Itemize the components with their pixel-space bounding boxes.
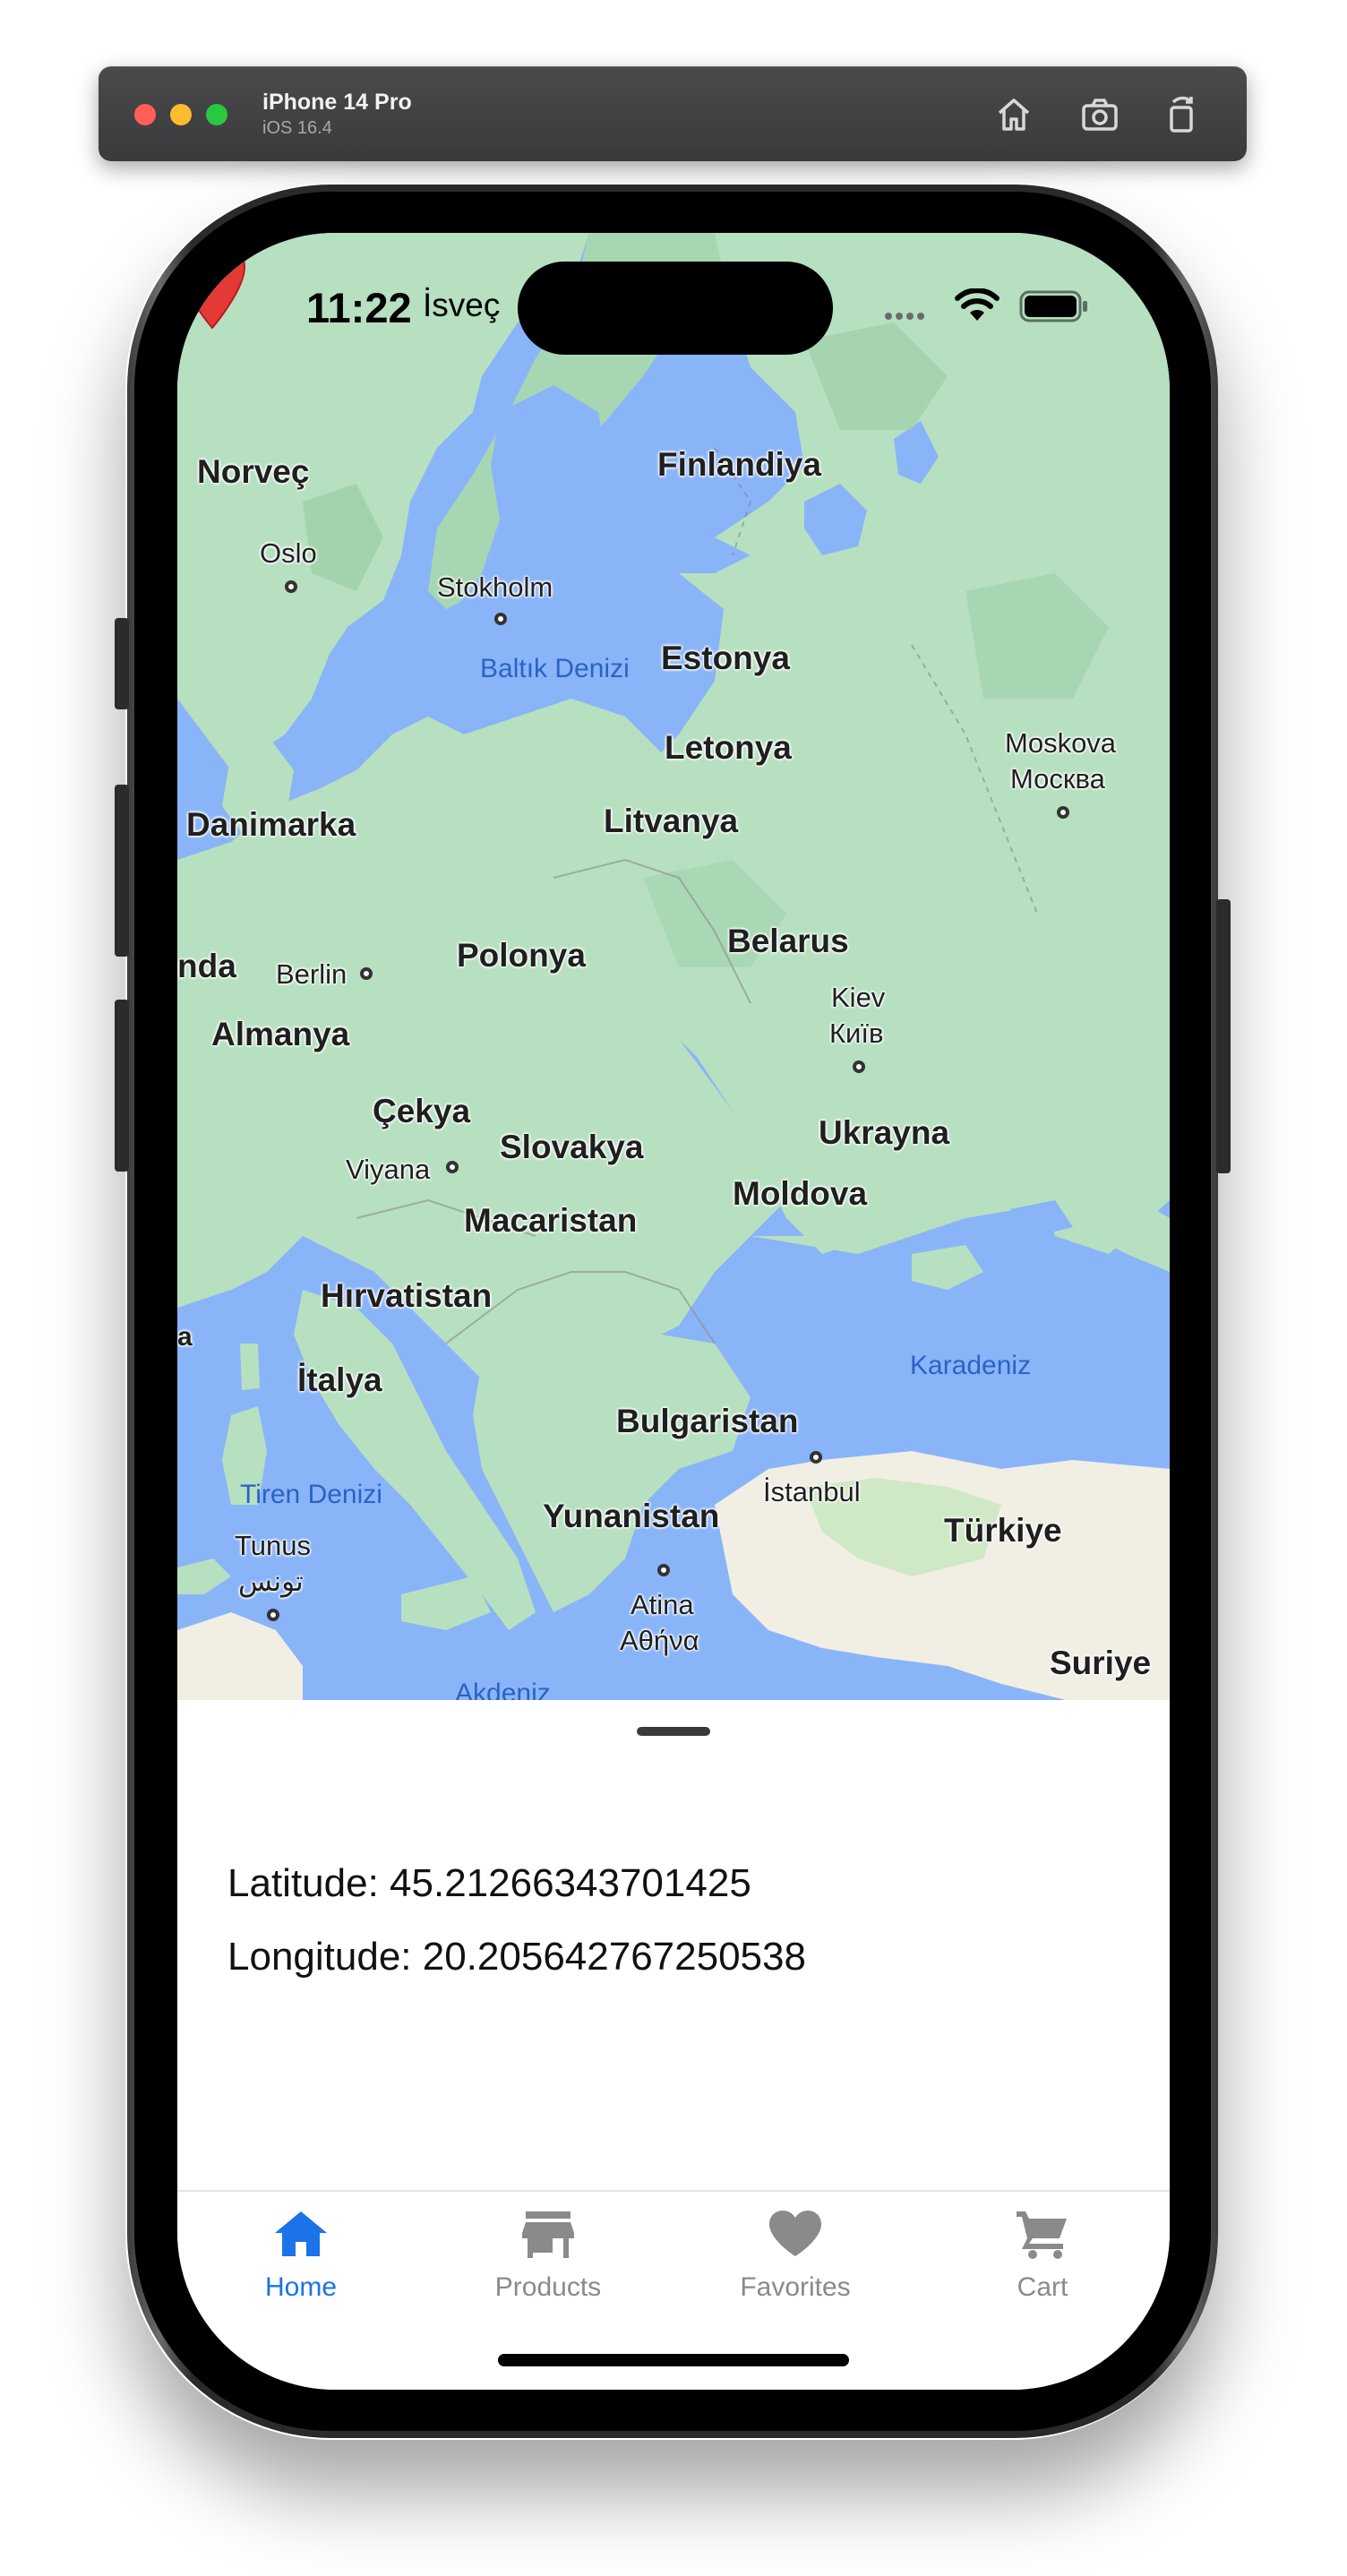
- map-label-norway: Norveç: [197, 453, 310, 490]
- battery-icon: [1019, 290, 1087, 322]
- rotate-icon[interactable]: [1161, 93, 1204, 136]
- location-pin-icon[interactable]: [177, 233, 247, 330]
- volume-up-button: [115, 785, 129, 957]
- latitude-text: Latitude: 45.21266343701425: [227, 1861, 751, 1905]
- map-label-moldova: Moldova: [733, 1175, 868, 1212]
- dynamic-island: [518, 262, 833, 355]
- sheet-grabber[interactable]: [637, 1727, 710, 1736]
- map-label-denmark: Danimarka: [186, 806, 356, 843]
- tab-products-label: Products: [494, 2272, 602, 2302]
- map-label-slovakia: Slovakya: [500, 1129, 644, 1165]
- map-label-kyiv: Kiev: [831, 982, 886, 1013]
- screenshot-icon[interactable]: [1078, 93, 1121, 136]
- tab-favorites[interactable]: Favorites: [706, 2208, 885, 2333]
- os-version: iOS 16.4: [262, 118, 332, 138]
- map-label-ukraine: Ukrayna: [819, 1114, 950, 1151]
- tab-cart-label: Cart: [1017, 2272, 1068, 2302]
- map-label-athens-greek: Αθήνα: [620, 1625, 699, 1656]
- city-marker-kyiv: [853, 1060, 865, 1073]
- map-label-estonia: Estonya: [661, 640, 790, 676]
- power-button: [1216, 899, 1231, 1173]
- map-label-moscow-cyrillic: Москва: [1010, 763, 1105, 794]
- cellular-signal-icon: [885, 308, 928, 324]
- zoom-window-button[interactable]: [206, 104, 227, 125]
- home-icon: [275, 2211, 327, 2256]
- city-marker-stockholm: [494, 613, 507, 625]
- tab-home[interactable]: Home: [211, 2208, 390, 2333]
- location-bottom-sheet: Latitude: 45.21266343701425 Longitude: 2…: [177, 1700, 1170, 2193]
- map-label-tyrrhenian-sea: Tiren Denizi: [240, 1480, 382, 1509]
- map-label-stockholm: Stokholm: [437, 571, 553, 603]
- tab-home-label: Home: [264, 2272, 338, 2302]
- longitude-text: Longitude: 20.205642767250538: [227, 1935, 806, 1979]
- city-marker-oslo: [285, 580, 297, 593]
- city-marker-athens: [657, 1564, 670, 1576]
- map-label-italy: İtalya: [297, 1361, 382, 1398]
- map-label-croatia: Hırvatistan: [321, 1277, 493, 1314]
- tab-products[interactable]: Products: [459, 2208, 638, 2333]
- map-label-latvia: Letonya: [665, 729, 792, 766]
- home-icon[interactable]: [992, 93, 1035, 136]
- tab-cart[interactable]: Cart: [953, 2208, 1132, 2333]
- minimize-window-button[interactable]: [170, 104, 192, 125]
- home-indicator[interactable]: [498, 2354, 849, 2366]
- map-view[interactable]: Norveç Finlandiya Estonya Letonya Litvan…: [177, 233, 1170, 1708]
- close-window-button[interactable]: [134, 104, 156, 125]
- volume-down-button: [115, 1000, 129, 1172]
- city-marker-tunis: [267, 1609, 279, 1621]
- map-label-baltic-sea: Baltık Denizi: [480, 654, 630, 683]
- heart-icon: [769, 2211, 821, 2256]
- map-label-partial: a: [177, 1322, 193, 1352]
- city-marker-istanbul: [810, 1451, 822, 1464]
- status-time: 11:22: [306, 284, 412, 331]
- map-label-syria: Suriye: [1050, 1644, 1152, 1681]
- map-label-hungary: Macaristan: [464, 1202, 638, 1239]
- city-marker-berlin: [360, 967, 373, 980]
- map-label-kyiv-cyrillic: Київ: [829, 1018, 884, 1049]
- wifi-icon: [955, 288, 1000, 321]
- map-label-moscow: Moskova: [1005, 727, 1117, 759]
- map-label-tunis-arabic: تونس: [238, 1566, 304, 1597]
- map-label-germany: Almanya: [211, 1016, 350, 1052]
- city-marker-vienna: [446, 1161, 459, 1173]
- map-label-athens: Atina: [631, 1589, 694, 1620]
- map-label-turkey: Türkiye: [944, 1512, 1062, 1549]
- status-back-to-app[interactable]: İsveç: [423, 287, 500, 324]
- map-label-finland: Finlandiya: [657, 446, 821, 483]
- map-label-lithuania: Litvanya: [604, 803, 739, 839]
- city-marker-moscow: [1057, 806, 1069, 819]
- map-label-greece: Yunanistan: [543, 1498, 720, 1534]
- map-label-bulgaria: Bulgaristan: [616, 1403, 799, 1439]
- simulator-toolbar: iPhone 14 Pro iOS 16.4: [99, 66, 1247, 161]
- cart-icon: [1017, 2211, 1067, 2259]
- store-icon: [522, 2211, 574, 2258]
- phone-screen: Norveç Finlandiya Estonya Letonya Litvan…: [177, 233, 1170, 2390]
- map-label-oslo: Oslo: [260, 537, 317, 569]
- map-label-belarus: Belarus: [727, 923, 849, 959]
- map-label-tunis: Tunus: [235, 1530, 312, 1561]
- tab-favorites-label: Favorites: [740, 2272, 851, 2302]
- device-name: iPhone 14 Pro: [262, 90, 412, 115]
- map-label-istanbul: İstanbul: [763, 1476, 861, 1507]
- map-label-czechia: Çekya: [373, 1093, 471, 1129]
- action-button: [115, 618, 129, 709]
- map-label-berlin: Berlin: [276, 958, 347, 990]
- map-label-poland: Polonya: [457, 937, 586, 974]
- map-label-vienna: Viyana: [346, 1154, 431, 1185]
- map-label-black-sea: Karadeniz: [910, 1351, 1032, 1380]
- map-label-netherlands-partial: nda: [177, 948, 236, 984]
